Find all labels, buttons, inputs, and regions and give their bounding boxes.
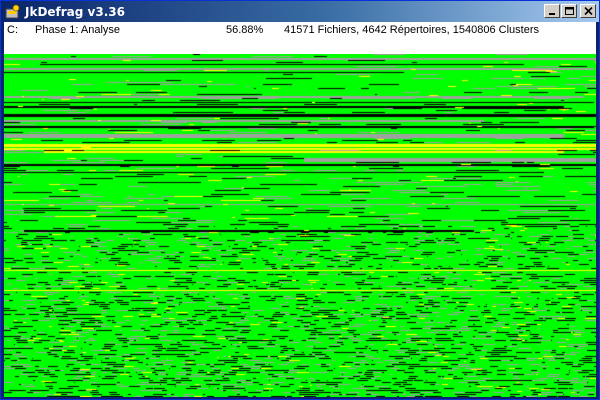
maximize-icon (565, 7, 574, 15)
close-button[interactable] (580, 4, 596, 18)
disk-map (4, 54, 596, 397)
title-buttons (544, 4, 596, 18)
maximize-button[interactable] (561, 4, 577, 18)
close-icon (584, 7, 593, 16)
progress-percent: 56.88% (226, 24, 264, 36)
status-line: C: Phase 1: Analyse 56.88% 41571 Fichier… (4, 22, 596, 54)
app-icon[interactable] (5, 4, 21, 20)
window-title: JkDefrag v3.36 (25, 4, 125, 19)
title-bar[interactable]: JkDefrag v3.36 (1, 1, 599, 22)
file-stats: 41571 Fichiers, 4642 Répertoires, 154080… (284, 24, 539, 36)
minimize-button[interactable] (544, 4, 560, 18)
minimize-icon (549, 13, 555, 15)
phase-label: Phase 1: Analyse (35, 24, 121, 36)
drive-label: C: (7, 24, 18, 36)
client-area: C: Phase 1: Analyse 56.88% 41571 Fichier… (4, 22, 596, 397)
app-window: JkDefrag v3.36 C: Phase 1: Analyse 56.88… (0, 0, 600, 400)
